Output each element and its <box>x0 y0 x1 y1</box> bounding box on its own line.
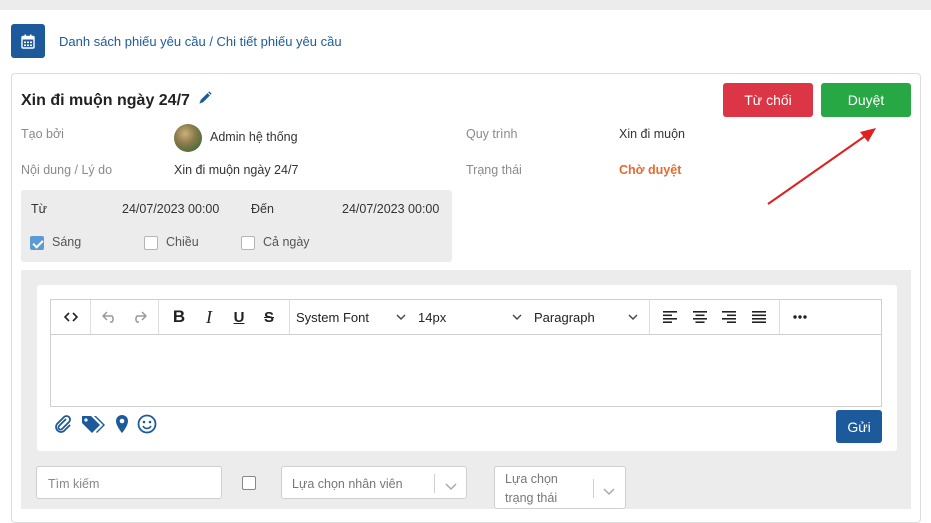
font-family-select[interactable]: System Font <box>290 304 412 330</box>
employee-select[interactable]: Lựa chọn nhân viên <box>281 466 467 499</box>
block-format-select[interactable]: Paragraph <box>528 304 644 330</box>
editor-toolbar: B I U S System Font 14px Paragraph <box>51 300 881 335</box>
more-icon[interactable] <box>785 304 815 330</box>
reject-button[interactable]: Từ chối <box>723 83 813 117</box>
employee-select-placeholder: Lựa chọn nhân viên <box>292 477 403 491</box>
select-all-checkbox[interactable] <box>242 476 256 490</box>
breadcrumb[interactable]: Danh sách phiếu yêu cầu / Chi tiết phiếu… <box>59 34 342 49</box>
created-by-label: Tạo bởi <box>21 127 64 141</box>
to-value: 24/07/2023 00:00 <box>342 202 440 216</box>
map-marker-icon[interactable] <box>115 414 129 439</box>
annotation-arrow <box>767 128 876 205</box>
morning-label: Sáng <box>52 235 82 249</box>
afternoon-checkbox[interactable] <box>144 236 158 250</box>
underline-icon[interactable]: U <box>224 304 254 330</box>
font-size-value: 14px <box>418 309 447 325</box>
title-text: Xin đi muộn ngày 24/7 <box>21 91 190 109</box>
page-title: Xin đi muộn ngày 24/7 <box>21 91 212 110</box>
status-select-placeholder-line2: trạng thái <box>505 491 558 505</box>
paperclip-icon[interactable] <box>53 414 73 439</box>
status-label: Trạng thái <box>466 163 522 177</box>
full-day-label: Cả ngày <box>263 235 310 249</box>
font-size-select[interactable]: 14px <box>412 304 528 330</box>
chevron-down-icon <box>396 311 406 323</box>
afternoon-label: Chiều <box>166 235 199 249</box>
code-icon[interactable] <box>56 304 85 330</box>
strikethrough-icon[interactable]: S <box>254 304 284 330</box>
send-button[interactable]: Gửi <box>836 410 882 443</box>
calendar-icon <box>11 24 45 58</box>
top-bar <box>0 0 931 10</box>
select-separator <box>593 479 594 498</box>
italic-icon[interactable]: I <box>194 304 224 330</box>
block-format-value: Paragraph <box>534 309 595 325</box>
rich-text-editor: B I U S System Font 14px Paragraph <box>50 299 882 407</box>
status-select-placeholder-line1: Lựa chọn <box>505 472 558 486</box>
time-range-box <box>21 190 452 262</box>
content-value: Xin đi muộn ngày 24/7 <box>174 163 299 177</box>
tags-icon[interactable] <box>81 414 107 439</box>
pencil-icon[interactable] <box>198 91 212 110</box>
chevron-down-icon <box>628 311 638 323</box>
from-value: 24/07/2023 00:00 <box>122 202 220 216</box>
align-right-icon[interactable] <box>715 304 745 330</box>
content-label: Nội dung / Lý do <box>21 163 113 177</box>
status-select[interactable]: Lựa chọn trạng thái <box>494 466 626 509</box>
avatar <box>174 124 202 152</box>
approve-button[interactable]: Duyệt <box>821 83 911 117</box>
attachment-toolbar <box>53 414 157 439</box>
redo-icon[interactable] <box>125 304 154 330</box>
to-label: Đến <box>251 202 274 216</box>
bold-icon[interactable]: B <box>164 304 194 330</box>
status-badge: Chờ duyệt <box>619 163 682 177</box>
chevron-down-icon <box>603 485 615 499</box>
process-value: Xin đi muộn <box>619 127 686 141</box>
select-separator <box>434 474 435 493</box>
chevron-down-icon <box>512 311 522 323</box>
search-input[interactable]: Tìm kiếm <box>36 466 222 499</box>
align-left-icon[interactable] <box>655 304 685 330</box>
chevron-down-icon <box>445 480 457 494</box>
created-by-value: Admin hệ thống <box>210 130 298 144</box>
align-center-icon[interactable] <box>685 304 715 330</box>
smile-icon[interactable] <box>137 414 157 439</box>
process-label: Quy trình <box>466 127 518 141</box>
align-justify-icon[interactable] <box>744 304 774 330</box>
from-label: Từ <box>31 202 48 216</box>
full-day-checkbox[interactable] <box>241 236 255 250</box>
morning-checkbox[interactable] <box>30 236 44 250</box>
font-family-value: System Font <box>296 309 369 325</box>
undo-icon[interactable] <box>96 304 125 330</box>
